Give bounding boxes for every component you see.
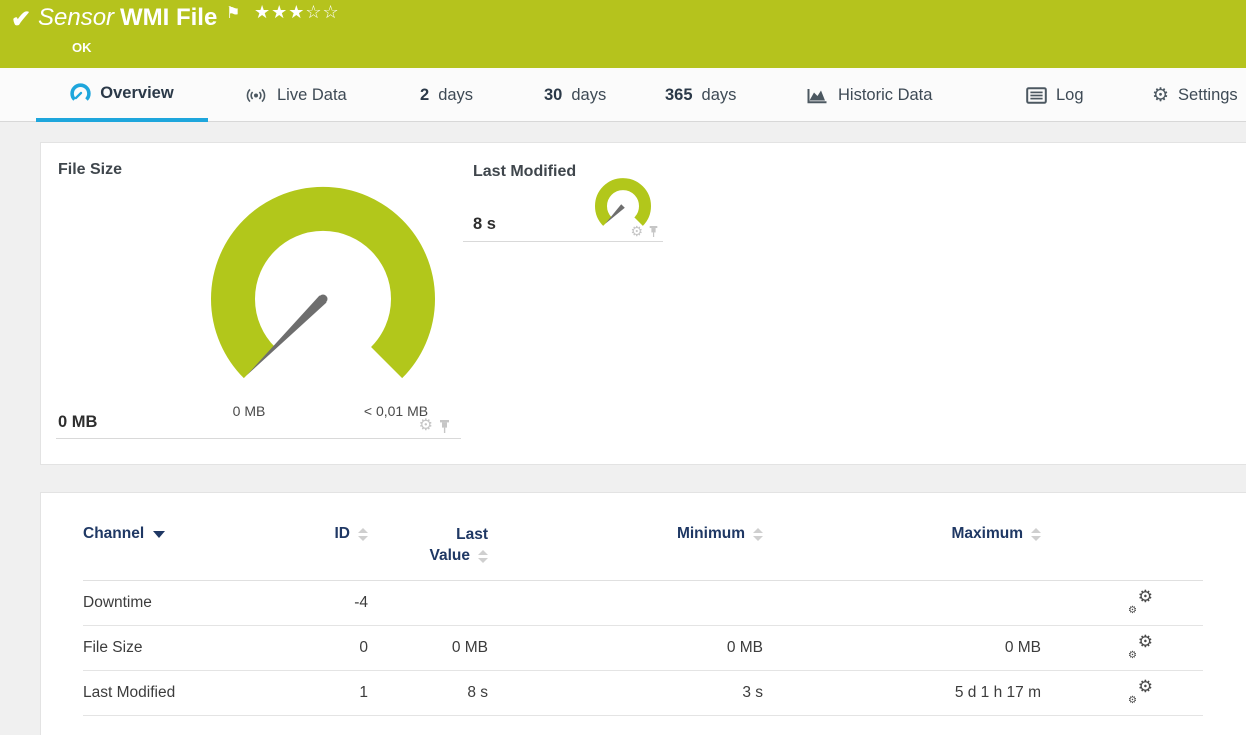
tile-actions: ⚙ [419,418,451,434]
cell-last-value: 0 MB [451,639,488,656]
cell-last-value: 8 s [467,684,488,701]
table-row-last-modified: Last Modified 1 8 s 3 s 5 d 1 h 17 m ⚙ ⚙ [83,671,1203,716]
file-size-gauge [211,186,435,379]
live-icon [244,86,268,105]
column-header-maximum[interactable]: Maximum [763,525,1041,543]
area-chart-icon [806,86,829,105]
column-header-minimum[interactable]: Minimum [488,525,763,543]
sensor-header: ✔ Sensor WMI File ⚑ ★★★☆☆ OK [0,0,1246,68]
channels-card: Channel ID Last Value Minimum Maximum Do… [40,492,1246,735]
channel-settings-gears-icon[interactable]: ⚙ ⚙ [1127,633,1153,661]
channel-settings-gears-icon[interactable]: ⚙ ⚙ [1127,588,1153,616]
gauge-icon [70,82,91,104]
priority-stars[interactable]: ★★★☆☆ [254,2,340,23]
tab-30-days[interactable]: 30 days [544,68,606,122]
tab-settings[interactable]: ⚙ Settings [1152,68,1238,122]
gauge-title: File Size [58,161,123,178]
column-label: Last [456,526,488,543]
channel-settings-icon[interactable]: ⚙ [630,224,643,238]
tab-number: 2 [420,85,430,104]
gauge-current-value: 8 s [473,215,496,233]
cell-maximum: 0 MB [1004,639,1041,656]
tab-label: Historic Data [838,85,933,104]
tab-bar: Overview Live Data 2 days 30 days 365 da… [0,68,1246,122]
column-header-id[interactable]: ID [323,525,368,543]
cell-id: -4 [354,594,368,611]
column-label: ID [334,525,351,542]
tab-label: days [701,85,737,104]
column-label: Minimum [676,525,745,542]
tab-live-data[interactable]: Live Data [244,68,347,122]
gauge-min-label: 0 MB [232,403,266,419]
sensor-overview-page: ✔ Sensor WMI File ⚑ ★★★☆☆ OK Overview Li… [0,0,1246,735]
tab-number: 30 [544,85,563,104]
sort-icon [358,527,368,541]
stars-filled[interactable]: ★★★ [254,2,305,22]
cell-channel: Last Modified [83,684,176,701]
channel-settings-gears-icon[interactable]: ⚙ ⚙ [1127,678,1153,706]
pin-icon[interactable] [648,225,659,238]
tab-2-days[interactable]: 2 days [420,68,473,122]
cell-minimum: 0 MB [726,639,763,656]
column-label: Value [429,546,471,564]
gauge-current-value: 0 MB [58,413,98,431]
tab-log[interactable]: Log [1026,68,1084,122]
sort-desc-icon [153,530,166,538]
tab-label: Settings [1178,85,1238,104]
gauge-tile-file-size[interactable]: File Size 0 MB < 0,01 MB 0 MB ⚙ [56,149,461,439]
tab-label: Log [1056,85,1084,104]
tab-365-days[interactable]: 365 days [665,68,736,122]
column-header-last-value[interactable]: Last Value [368,525,488,567]
gear-icon: ⚙ [1152,84,1170,106]
cell-id: 0 [359,639,368,656]
sort-icon [478,549,488,563]
column-label: Maximum [951,525,1024,542]
cell-channel: Downtime [83,594,152,611]
tab-label: Live Data [277,85,347,104]
cell-maximum: 5 d 1 h 17 m [954,684,1041,701]
column-label: Channel [83,525,145,542]
gauges-card: File Size 0 MB < 0,01 MB 0 MB ⚙ Last Mod… [40,142,1246,465]
flag-icon[interactable]: ⚑ [226,3,240,23]
sort-icon [753,527,763,541]
table-header-row: Channel ID Last Value Minimum Maximum [83,493,1203,581]
sort-icon [1031,527,1041,541]
tab-label: days [438,85,474,104]
tab-label: Overview [100,83,174,102]
stars-empty[interactable]: ☆☆ [305,2,339,22]
log-icon [1026,86,1047,104]
table-row-file-size: File Size 0 0 MB 0 MB 0 MB ⚙ ⚙ [83,626,1203,671]
cell-minimum: 3 s [742,684,763,701]
column-header-channel[interactable]: Channel [83,525,323,543]
pin-icon[interactable] [438,419,451,434]
gauge-title: Last Modified [473,163,577,180]
sensor-label: Sensor [38,4,115,31]
tab-historic-data[interactable]: Historic Data [806,68,932,122]
cell-channel: File Size [83,639,143,656]
channel-settings-icon[interactable]: ⚙ [419,418,433,434]
tab-overview[interactable]: Overview [36,68,208,122]
tab-number: 365 [665,85,693,104]
channels-table: Channel ID Last Value Minimum Maximum Do… [83,493,1203,716]
sensor-status-badge: OK [72,40,92,55]
cell-id: 1 [359,684,368,701]
tab-label: days [571,85,607,104]
tile-actions: ⚙ [630,224,659,238]
table-row-downtime: Downtime -4 ⚙ ⚙ [83,581,1203,626]
sensor-name: WMI File [120,4,218,31]
gauge-tile-last-modified[interactable]: Last Modified 8 s ⚙ [463,149,663,242]
status-ok-check-icon: ✔ [11,6,32,33]
